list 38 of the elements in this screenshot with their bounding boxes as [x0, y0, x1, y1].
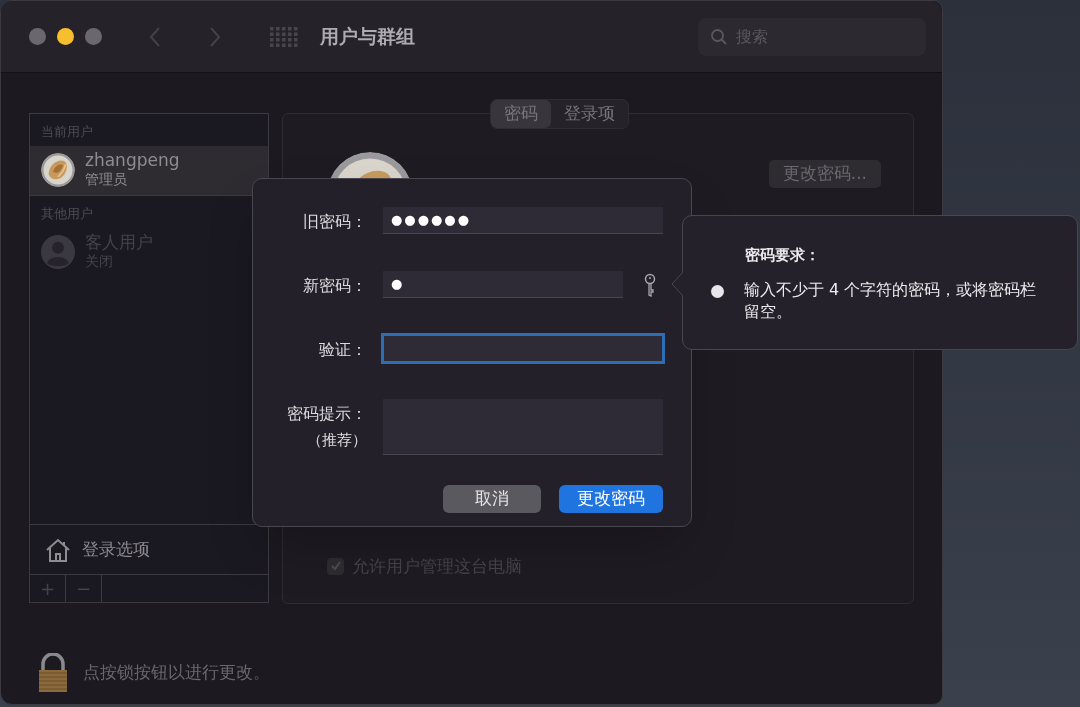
hint-field[interactable]	[383, 399, 663, 455]
field-label: 密码提示：	[287, 403, 367, 425]
house-icon	[44, 536, 72, 563]
confirm-button[interactable]: 更改密码	[559, 485, 663, 513]
zoom-button[interactable]	[85, 28, 102, 45]
back-icon[interactable]	[148, 25, 162, 48]
bullet-icon	[711, 284, 724, 298]
cancel-button[interactable]: 取消	[443, 485, 541, 513]
user-name: zhangpeng	[85, 151, 180, 170]
password-field[interactable]: ●●●●●●	[383, 207, 663, 234]
user-silhouette-icon	[41, 235, 75, 269]
remove-button[interactable]: −	[66, 575, 102, 602]
padlock-icon	[37, 653, 69, 693]
checkmark-icon	[329, 560, 342, 573]
user-role: 管理员	[85, 170, 128, 189]
grid-icon[interactable]	[270, 26, 298, 47]
requirement-text: 输入不少于 4 个字符的密码，或将密码栏留空。	[744, 278, 1038, 323]
tab[interactable]: 密码	[491, 100, 551, 128]
user-item[interactable]: zhangpeng 管理员	[30, 145, 268, 196]
minimize-button[interactable]	[57, 28, 74, 45]
change-password-button[interactable]: 更改密码...	[768, 160, 881, 188]
field-label: 旧密码：	[303, 211, 367, 233]
password-field[interactable]	[383, 335, 663, 362]
close-button[interactable]	[29, 28, 46, 45]
login-options-item[interactable]: 登录选项	[30, 524, 268, 574]
field-label: 新密码：	[303, 275, 367, 297]
tab[interactable]: 登录项	[551, 100, 628, 128]
forward-icon[interactable]	[208, 25, 222, 48]
add-button[interactable]: +	[30, 575, 66, 602]
key-icon[interactable]	[643, 273, 657, 297]
checkbox[interactable]	[327, 557, 344, 575]
password-field[interactable]: ●	[383, 271, 623, 298]
popover-title: 密码要求：	[745, 245, 821, 266]
search-icon	[710, 27, 728, 46]
lock-hint: 点按锁按钮以进行更改。	[83, 661, 270, 685]
field-label: 验证：	[319, 339, 367, 361]
window-title: 用户与群组	[320, 24, 415, 50]
field-sublabel: （推荐）	[307, 430, 367, 451]
